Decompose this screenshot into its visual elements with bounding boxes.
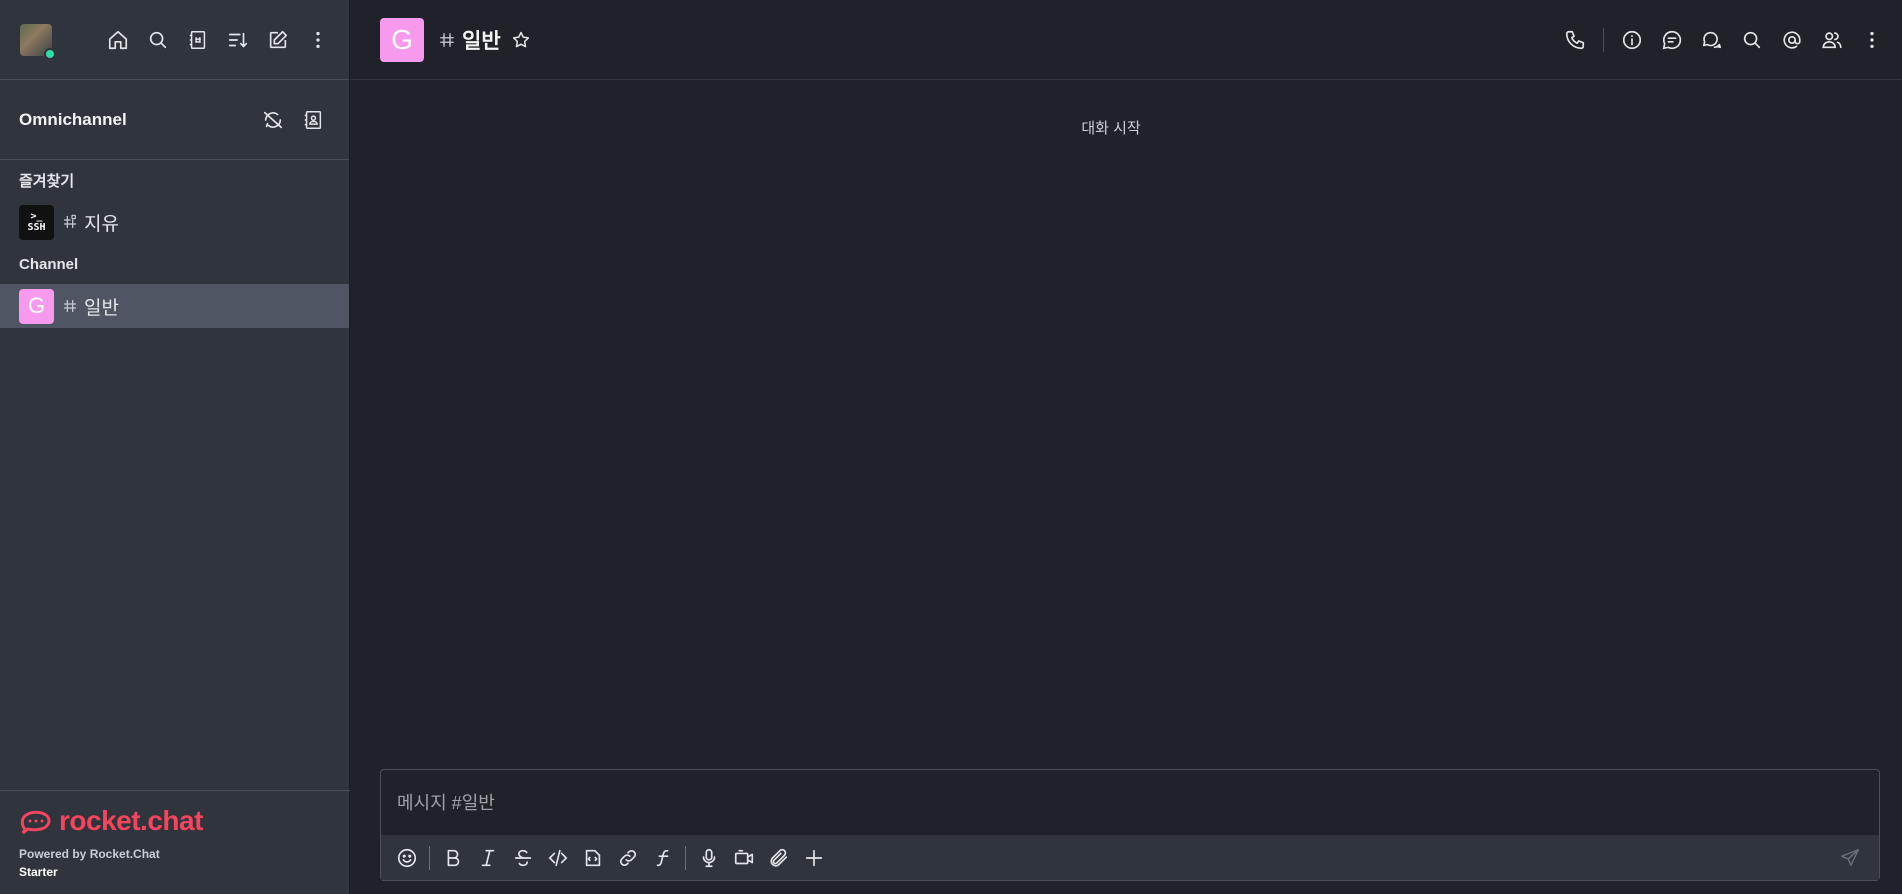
room-avatar-text: SSH [27, 222, 46, 233]
favorites-section: 즐겨찾기 >_ SSH 지유 [0, 160, 349, 244]
toolbar-divider [685, 845, 686, 870]
section-label-channel: Channel [19, 255, 79, 273]
info-icon[interactable] [1612, 20, 1652, 60]
threads-icon[interactable] [1652, 20, 1692, 60]
search-icon[interactable] [138, 20, 178, 60]
microphone-icon[interactable] [691, 840, 726, 875]
room-avatar[interactable]: G [380, 17, 424, 62]
favorite-star-icon[interactable] [511, 30, 531, 50]
brand-name: rocket.chat [59, 805, 203, 836]
katex-icon[interactable] [645, 840, 680, 875]
sidebar-item-general[interactable]: G 일반 [0, 284, 349, 328]
private-channel-icon [62, 214, 78, 230]
italic-icon[interactable] [470, 840, 505, 875]
channel-hash-icon [62, 298, 78, 314]
sort-icon[interactable] [218, 20, 258, 60]
home-icon[interactable] [98, 20, 138, 60]
emoji-icon[interactable] [389, 840, 424, 875]
channel-section: Channel G 일반 [0, 244, 349, 328]
room-avatar: G [19, 288, 54, 324]
channel-hash-icon [438, 31, 456, 49]
room-title[interactable]: 일반 [462, 25, 501, 55]
kebab-menu-icon[interactable] [298, 20, 338, 60]
composer-toolbar [381, 835, 1879, 880]
plus-icon[interactable] [796, 840, 831, 875]
sidebar-toolbar [98, 20, 338, 60]
conversation-start-label: 대화 시작 [1081, 120, 1141, 137]
sidebar: Omnichannel 즐겨찾기 >_ SSH 지유 Channel G 일반 … [0, 0, 350, 894]
plan-label: Starter [19, 865, 58, 879]
omnichannel-off-icon[interactable] [253, 100, 293, 140]
code-icon[interactable] [540, 840, 575, 875]
rocketchat-logo[interactable]: rocket.chat [19, 805, 350, 837]
strikethrough-icon[interactable] [505, 840, 540, 875]
search-icon[interactable] [1732, 20, 1772, 60]
members-icon[interactable] [1812, 20, 1852, 60]
attach-icon[interactable] [761, 840, 796, 875]
send-icon[interactable] [1832, 840, 1867, 875]
sidebar-topbar [0, 0, 349, 80]
multiline-code-icon[interactable] [575, 840, 610, 875]
call-icon[interactable] [1555, 20, 1595, 60]
discussions-icon[interactable] [1692, 20, 1732, 60]
omnichannel-title: Omnichannel [19, 109, 127, 129]
room-avatar-ssh: >_ SSH [19, 204, 54, 240]
section-label-favorites: 즐겨찾기 [19, 172, 75, 190]
bold-icon[interactable] [435, 840, 470, 875]
link-icon[interactable] [610, 840, 645, 875]
video-message-icon[interactable] [726, 840, 761, 875]
create-new-icon[interactable] [258, 20, 298, 60]
online-status-indicator [44, 47, 56, 60]
toolbar-divider [1603, 28, 1604, 52]
sidebar-item-label: 지유 [84, 213, 119, 235]
contact-center-icon[interactable] [293, 100, 333, 140]
room-toolbar [1555, 20, 1892, 60]
message-input[interactable] [381, 770, 1879, 836]
sidebar-item-label: 일반 [84, 297, 119, 319]
sidebar-footer: rocket.chat Powered by Rocket.Chat Start… [0, 790, 350, 894]
directory-icon[interactable] [178, 20, 218, 60]
room-main: G 일반 대화 시작 메시지 #일반 [350, 0, 1902, 894]
kebab-menu-icon[interactable] [1852, 20, 1892, 60]
message-composer [380, 769, 1880, 881]
mentions-icon[interactable] [1772, 20, 1812, 60]
user-avatar[interactable] [20, 23, 56, 60]
toolbar-divider [429, 845, 430, 870]
sidebar-item-jiyu[interactable]: >_ SSH 지유 [0, 200, 349, 244]
powered-by-text: Powered by Rocket.Chat [19, 847, 160, 861]
room-header: G 일반 [350, 0, 1902, 80]
rocketchat-logo-icon [20, 810, 51, 835]
omnichannel-header: Omnichannel [0, 80, 349, 160]
